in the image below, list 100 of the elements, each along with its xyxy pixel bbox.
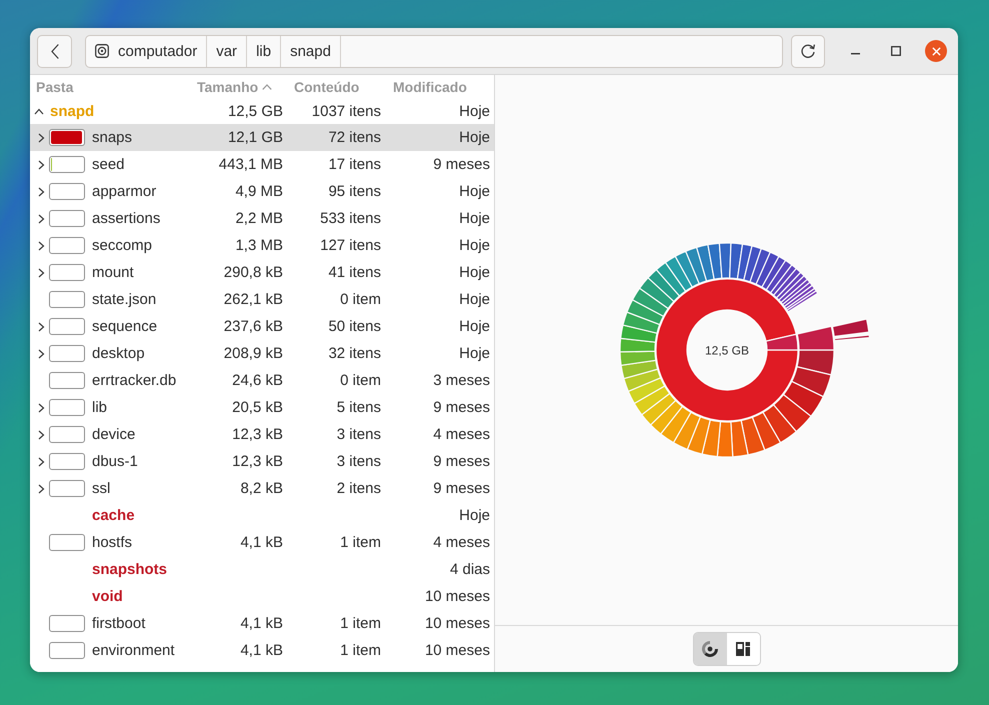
modified-date: 4 meses [432, 534, 491, 551]
sunburst-segment[interactable] [620, 324, 658, 343]
file-row[interactable]: assertions 2,2 MB 533 itens Hoje [30, 205, 494, 232]
file-row[interactable]: desktop 208,9 kB 32 itens Hoje [30, 340, 494, 367]
file-size: 1,3 MB [234, 237, 284, 254]
file-size: 208,9 kB [222, 345, 284, 362]
refresh-button[interactable] [791, 34, 825, 68]
sunburst-segment[interactable] [796, 349, 834, 376]
maximize-icon [891, 46, 901, 56]
folder-name: snapd [50, 103, 94, 120]
file-row[interactable]: state.json 262,1 kB 0 item Hoje [30, 286, 494, 313]
file-row[interactable]: void 10 meses [30, 583, 494, 610]
modified-date: 4 dias [448, 561, 491, 578]
file-row[interactable]: seed 443,1 MB 17 itens 9 meses [30, 151, 494, 178]
file-name: void [92, 588, 123, 605]
sunburst-segment[interactable] [782, 380, 824, 417]
modified-date: 9 meses [432, 156, 491, 173]
modified-date: Hoje [458, 183, 491, 200]
file-size: 237,6 kB [222, 318, 284, 335]
chevron-right-icon[interactable] [36, 430, 46, 440]
file-size: 12,3 kB [231, 453, 284, 470]
file-row[interactable]: dbus-1 12,3 kB 3 itens 9 meses [30, 448, 494, 475]
chevron-right-icon[interactable] [36, 322, 46, 332]
path-segment[interactable]: var [207, 36, 248, 66]
item-count: 41 itens [327, 264, 382, 281]
chevron-right-icon[interactable] [36, 240, 46, 250]
sunburst-segment[interactable] [831, 318, 869, 338]
file-name: lib [92, 399, 108, 416]
file-size: 262,1 kB [222, 291, 284, 308]
sunburst-segment[interactable] [730, 420, 748, 458]
sunburst-segment[interactable] [762, 404, 796, 444]
item-count: 0 item [339, 291, 382, 308]
sunburst-segment[interactable] [622, 312, 660, 334]
sunburst-segment[interactable] [638, 277, 674, 310]
sunburst-segment[interactable] [631, 288, 668, 317]
sunburst-segment[interactable] [626, 299, 664, 326]
chevron-right-icon[interactable] [36, 214, 46, 224]
path-segment[interactable]: computador [86, 36, 208, 66]
chevron-right-icon[interactable] [36, 160, 46, 170]
file-row[interactable]: seccomp 1,3 MB 127 itens Hoje [30, 232, 494, 259]
item-count: 3 itens [336, 453, 382, 470]
chart-center-label: 12,5 GB [704, 344, 749, 358]
sunburst-segment[interactable] [796, 326, 834, 351]
chevron-right-icon[interactable] [36, 186, 46, 196]
chevron-up-icon[interactable] [34, 106, 44, 116]
minimize-icon [850, 53, 860, 55]
modified-date: Hoje [458, 507, 491, 524]
file-row[interactable]: sequence 237,6 kB 50 itens Hoje [30, 313, 494, 340]
refresh-icon [800, 43, 816, 59]
chevron-right-icon[interactable] [36, 484, 46, 494]
file-row[interactable]: cache Hoje [30, 502, 494, 529]
rings-chart-button[interactable] [694, 633, 726, 665]
item-count: 2 itens [336, 480, 382, 497]
file-row[interactable]: apparmor 4,9 MB 95 itens Hoje [30, 178, 494, 205]
chevron-right-icon[interactable] [36, 402, 46, 412]
modified-date: Hoje [458, 103, 491, 120]
sunburst-segment[interactable] [654, 278, 798, 422]
file-size: 4,1 kB [239, 615, 284, 632]
treemap-button[interactable] [726, 633, 760, 665]
file-row[interactable]: ssl 8,2 kB 2 itens 9 meses [30, 475, 494, 502]
file-row[interactable]: environment 4,1 kB 1 item 10 meses [30, 637, 494, 664]
chevron-right-icon[interactable] [36, 132, 46, 142]
sunburst-segment[interactable] [646, 269, 680, 302]
close-icon [932, 46, 940, 56]
file-size: 12,1 GB [226, 129, 284, 146]
file-row[interactable]: snaps 12,1 GB 72 itens Hoje [30, 124, 494, 151]
sunburst-segment[interactable] [700, 419, 721, 458]
sunburst-segment[interactable] [751, 412, 781, 451]
modified-date: 10 meses [424, 642, 491, 659]
path-segment[interactable]: snapd [281, 36, 341, 66]
file-row[interactable]: hostfs 4,1 kB 1 item 4 meses [30, 529, 494, 556]
file-row[interactable]: lib 20,5 kB 5 itens 9 meses [30, 394, 494, 421]
item-count: 1037 itens [310, 103, 382, 120]
file-row[interactable]: mount 290,8 kB 41 itens Hoje [30, 259, 494, 286]
file-name: device [92, 426, 136, 443]
chevron-right-icon[interactable] [36, 348, 46, 358]
sunburst-segment[interactable] [740, 416, 765, 456]
chevron-left-icon [50, 44, 58, 58]
file-size: 4,1 kB [239, 534, 284, 551]
file-row[interactable]: firstboot 4,1 kB 1 item 10 meses [30, 610, 494, 637]
close-button[interactable] [925, 40, 947, 62]
item-count: 95 itens [327, 183, 382, 200]
file-name: seccomp [92, 237, 152, 254]
modified-date: Hoje [458, 210, 491, 227]
path-segment[interactable]: lib [247, 36, 282, 66]
chevron-right-icon[interactable] [36, 268, 46, 278]
modified-date: Hoje [458, 129, 491, 146]
file-row[interactable]: device 12,3 kB 3 itens 4 meses [30, 421, 494, 448]
sunburst-segment[interactable] [772, 394, 812, 432]
file-row[interactable]: snapshots 4 dias [30, 556, 494, 583]
sunburst-segment[interactable] [833, 334, 870, 342]
file-size: 290,8 kB [222, 264, 284, 281]
sunburst-segment[interactable] [790, 366, 832, 398]
file-name: cache [92, 507, 135, 524]
file-name: seed [92, 156, 125, 173]
chevron-right-icon[interactable] [36, 456, 46, 466]
file-name: desktop [92, 345, 145, 362]
modified-date: 4 meses [432, 426, 491, 443]
file-row[interactable]: errtracker.db 24,6 kB 0 item 3 meses [30, 367, 494, 394]
sunburst-segment[interactable] [764, 334, 798, 351]
